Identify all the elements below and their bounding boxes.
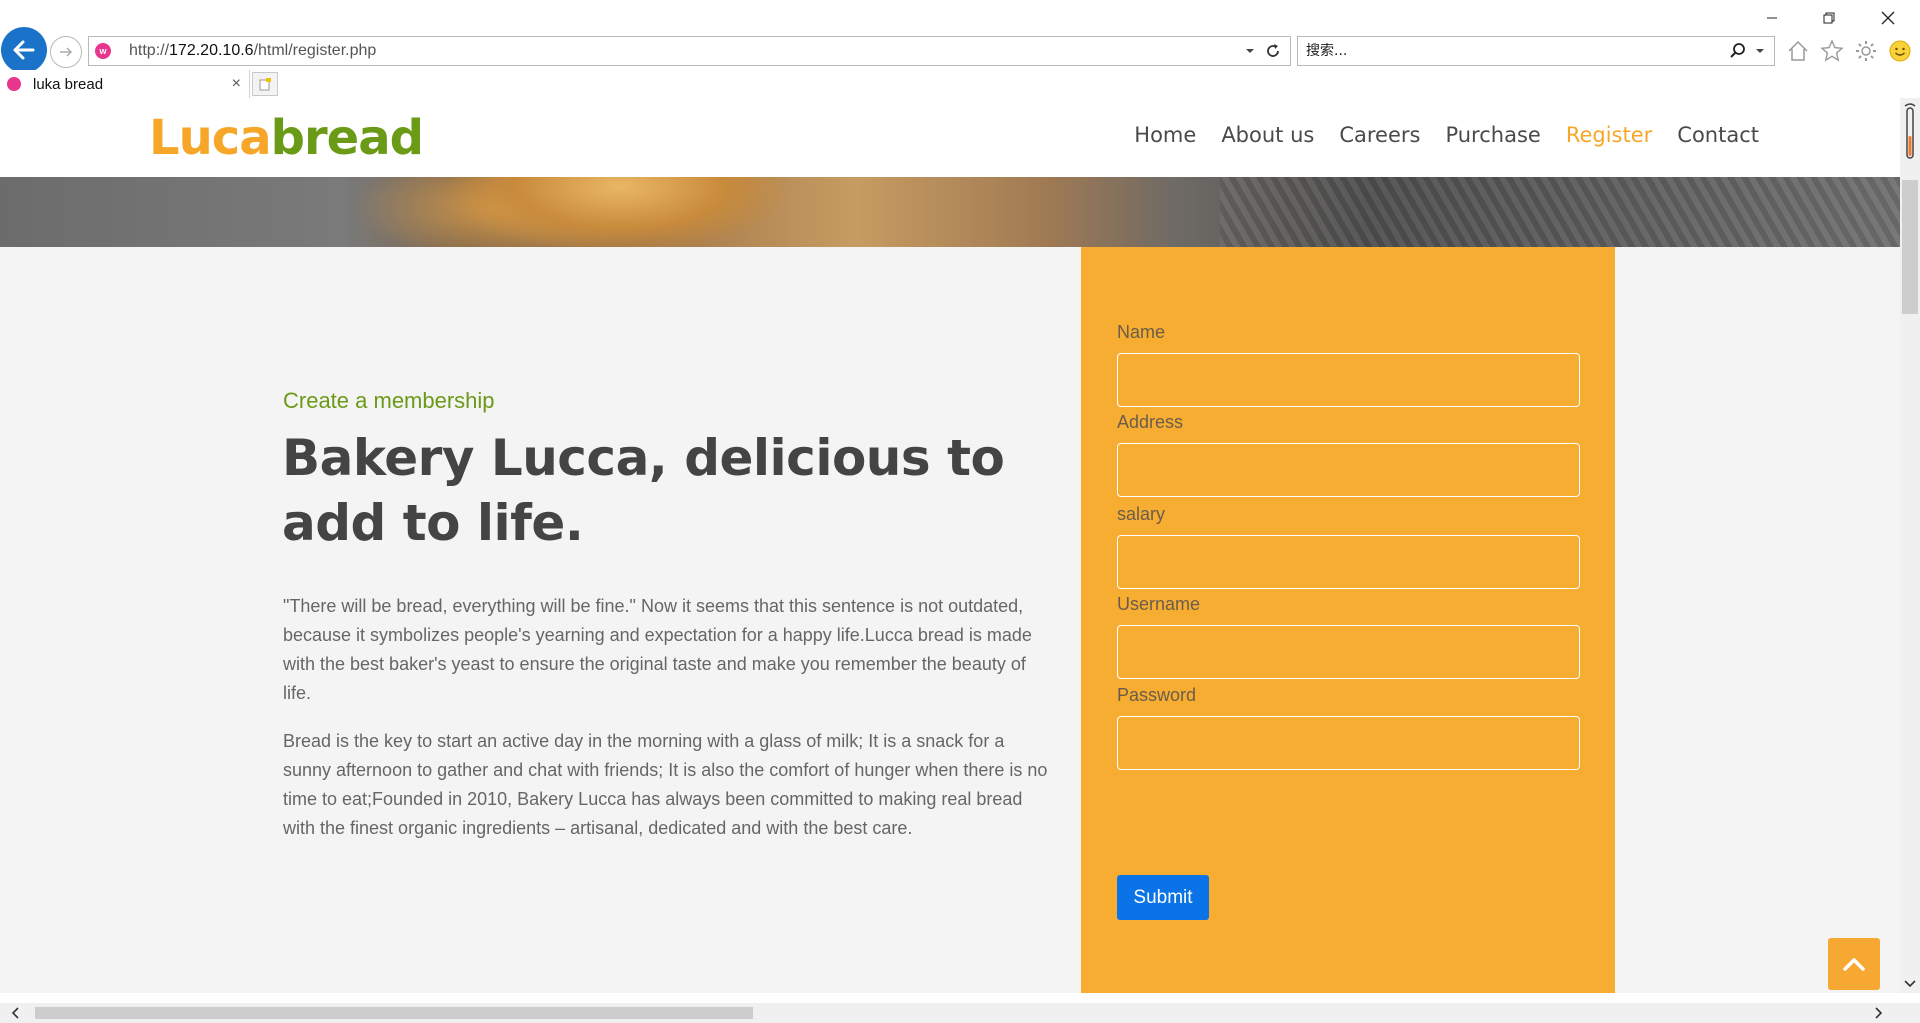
close-icon	[1881, 11, 1895, 25]
search-dropdown-icon[interactable]	[1754, 45, 1766, 57]
vertical-scroll-thumb[interactable]	[1902, 180, 1918, 314]
nav-register[interactable]: Register	[1566, 123, 1652, 147]
intro-paragraph-2: Bread is the key to start an active day …	[283, 731, 1048, 838]
tab-close-icon[interactable]: ×	[232, 75, 241, 93]
scroll-down-arrow[interactable]	[1903, 977, 1917, 991]
section-kicker: Create a membership	[283, 388, 495, 413]
username-field[interactable]	[1117, 625, 1580, 679]
back-button[interactable]	[1, 27, 47, 73]
forward-button[interactable]	[50, 36, 82, 68]
vertical-scrollbar[interactable]	[1900, 98, 1920, 993]
scroll-right-arrow[interactable]	[1872, 1006, 1886, 1020]
search-bar[interactable]	[1297, 36, 1775, 66]
nav-about-us[interactable]: About us	[1221, 123, 1314, 147]
arrow-right-icon	[60, 47, 73, 57]
address-label: Address	[1117, 412, 1184, 432]
register-section: Create a membership Bakery Lucca, delici…	[0, 247, 1900, 993]
address-field[interactable]	[1117, 443, 1580, 497]
nav-purchase[interactable]: Purchase	[1445, 123, 1540, 147]
scrollbar-corner	[1900, 1003, 1920, 1023]
star-icon[interactable]	[1820, 39, 1844, 63]
salary-label: salary	[1117, 504, 1166, 524]
chevron-left-icon	[11, 1007, 19, 1019]
new-tab-icon	[259, 78, 271, 91]
minimize-icon	[1767, 17, 1777, 19]
chevron-right-icon	[1875, 1007, 1883, 1019]
dropdown-arrow-icon[interactable]	[1244, 45, 1256, 57]
refresh-icon[interactable]	[1264, 42, 1282, 60]
password-label: Password	[1117, 685, 1197, 705]
address-text[interactable]: http://172.20.10.6/html/register.php	[129, 42, 376, 60]
gear-icon[interactable]	[1854, 39, 1878, 63]
password-field[interactable]	[1117, 716, 1580, 770]
address-bar[interactable]: w http://172.20.10.6/html/register.php	[88, 36, 1291, 66]
name-field[interactable]	[1117, 353, 1580, 407]
site-favicon-icon: w	[95, 43, 111, 59]
salary-field[interactable]	[1117, 535, 1580, 589]
name-label: Name	[1117, 322, 1166, 342]
submit-button[interactable]: Submit	[1117, 875, 1209, 920]
browser-tab[interactable]: luka bread ×	[0, 70, 250, 98]
back-to-top-button[interactable]	[1828, 938, 1880, 990]
restore-button[interactable]	[1817, 8, 1841, 28]
search-input[interactable]	[1298, 37, 1728, 65]
tab-title: luka bread	[33, 75, 104, 93]
chevron-up-icon	[1843, 958, 1865, 971]
arrow-left-icon	[13, 40, 35, 60]
smiley-icon[interactable]	[1888, 39, 1912, 63]
nav-contact[interactable]: Contact	[1677, 123, 1759, 147]
home-icon[interactable]	[1786, 39, 1810, 63]
scroll-left-arrow[interactable]	[8, 1006, 22, 1020]
restore-icon	[1823, 12, 1835, 24]
chevron-down-icon	[1904, 980, 1916, 988]
registration-form: Name Address salary Username Password Su…	[1081, 247, 1615, 993]
nav-careers[interactable]: Careers	[1339, 123, 1420, 147]
new-tab-button[interactable]	[252, 72, 278, 96]
site-header: Lucabread Home About us Careers Purchase…	[0, 98, 1900, 177]
horizontal-scroll-thumb[interactable]	[35, 1007, 753, 1019]
page-title: Bakery Lucca, delicious to add to life.	[282, 429, 1005, 552]
scroll-indicator-icon	[1904, 103, 1916, 159]
close-window-button[interactable]	[1876, 8, 1900, 28]
page-viewport: Lucabread Home About us Careers Purchase…	[0, 98, 1900, 993]
search-icon[interactable]	[1728, 41, 1748, 61]
site-logo[interactable]: Lucabread	[149, 110, 424, 166]
main-nav: Home About us Careers Purchase Register …	[1134, 123, 1759, 147]
username-label: Username	[1117, 594, 1201, 614]
horizontal-scrollbar[interactable]	[0, 1003, 1900, 1023]
nav-home[interactable]: Home	[1134, 123, 1196, 147]
hero-banner-image	[0, 177, 1900, 247]
minimize-button[interactable]	[1760, 8, 1784, 28]
tab-favicon-icon	[7, 77, 21, 91]
intro-paragraph-1: "There will be bread, everything will be…	[283, 596, 1032, 703]
browser-chrome: w http://172.20.10.6/html/register.php 搜…	[0, 0, 1920, 98]
